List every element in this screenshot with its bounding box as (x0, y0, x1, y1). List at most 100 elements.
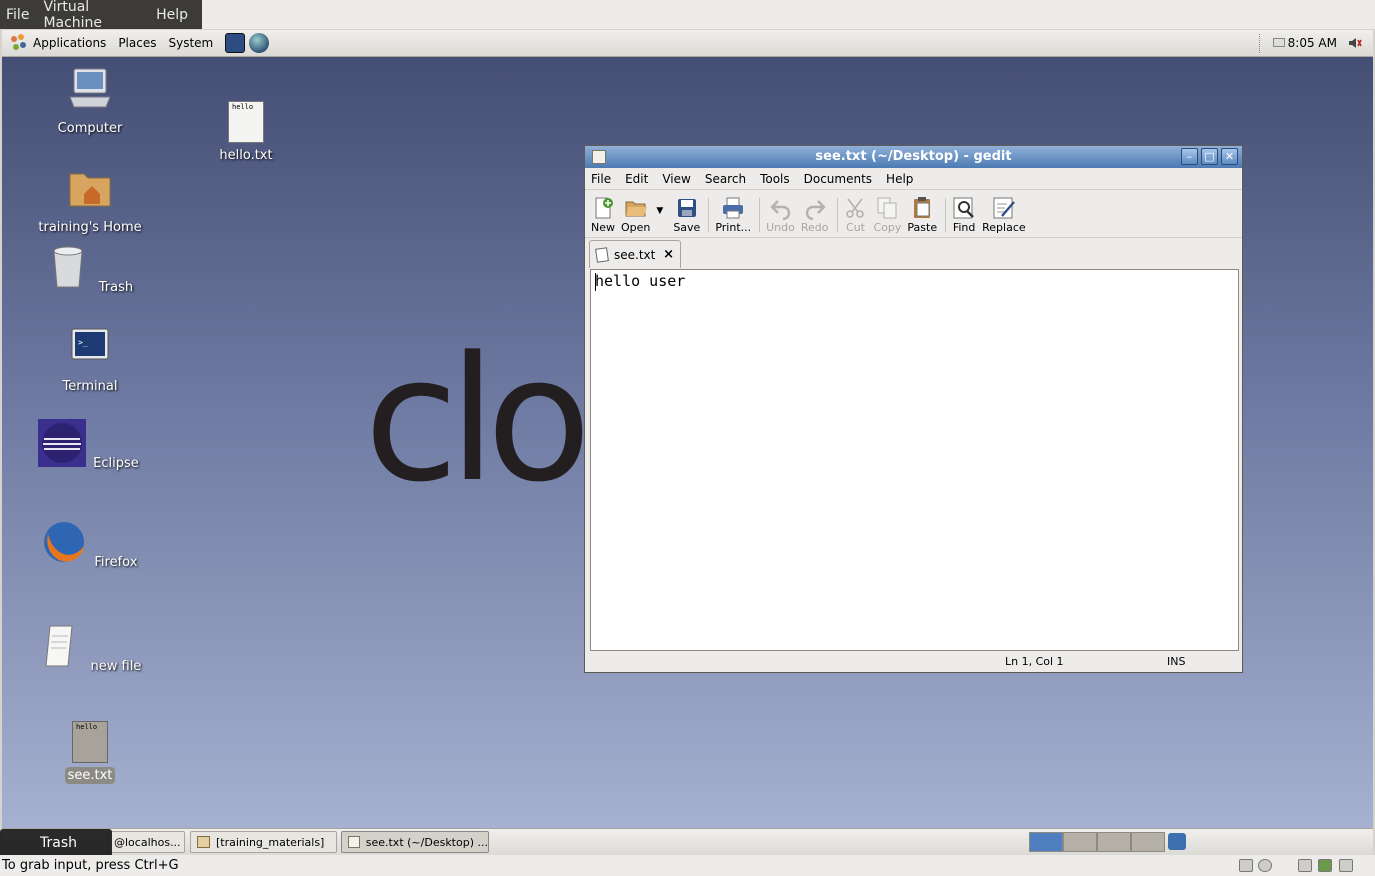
desktop-icon-label: hello.txt (219, 148, 273, 163)
desktop-icon-terminal[interactable]: >_ Terminal (35, 323, 145, 395)
text-file-icon (45, 625, 73, 667)
menu-edit[interactable]: Edit (625, 172, 648, 186)
open-recent-dropdown[interactable]: ▼ (656, 206, 663, 216)
menu-documents[interactable]: Documents (804, 172, 872, 186)
workspace-2[interactable] (1063, 832, 1097, 852)
network-device-icon[interactable] (1318, 859, 1332, 872)
paste-button[interactable]: Paste (907, 196, 937, 234)
menu-file[interactable]: File (591, 172, 611, 186)
cursor-position: Ln 1, Col 1 (1005, 655, 1064, 668)
menu-search[interactable]: Search (705, 172, 746, 186)
desktop-icon-hello-txt[interactable]: hello hello.txt (191, 101, 301, 164)
window-titlebar[interactable]: see.txt (~/Desktop) - gedit – □ ✕ (585, 146, 1242, 168)
undo-button[interactable]: Undo (766, 196, 795, 234)
terminal-launcher-icon[interactable] (225, 33, 246, 53)
find-magnifier-icon (953, 197, 974, 219)
computer-icon (69, 68, 111, 108)
applications-menu[interactable]: Applications (33, 36, 106, 50)
text-editor-area[interactable]: hello user (590, 269, 1239, 651)
undo-button-label: Undo (766, 221, 795, 234)
workspace-1[interactable] (1029, 832, 1063, 852)
printer-device-icon[interactable] (1298, 859, 1312, 872)
host-menu-virtual-machine[interactable]: Virtual Machine (43, 0, 142, 31)
find-button[interactable]: Find (952, 196, 976, 234)
clipboard-icon (914, 197, 931, 218)
desktop-icon-trash[interactable]: Trash (35, 243, 145, 296)
menu-view[interactable]: View (662, 172, 690, 186)
gedit-window: see.txt (~/Desktop) - gedit – □ ✕ File E… (584, 145, 1243, 673)
find-button-label: Find (952, 221, 976, 234)
file-thumbnail-text: hello (76, 723, 98, 731)
volume-icon[interactable] (1347, 35, 1363, 51)
workspace-4[interactable] (1131, 832, 1165, 852)
taskbar-item-training-materials[interactable]: [training_materials] (190, 831, 337, 853)
close-button[interactable]: ✕ (1221, 148, 1238, 165)
host-menu-help[interactable]: Help (156, 7, 188, 23)
toolbar-separator (945, 198, 947, 232)
host-menu-group: File Virtual Machine Help (0, 0, 202, 31)
maximize-button[interactable]: □ (1201, 148, 1218, 165)
print-button[interactable]: Print... (715, 196, 751, 234)
desktop-icon-new-file[interactable]: new file (35, 622, 145, 675)
open-folder-icon (625, 201, 647, 217)
new-document-icon (595, 197, 613, 219)
harddisk-device-icon[interactable] (1239, 859, 1253, 872)
paste-button-label: Paste (907, 221, 938, 234)
host-menubar: File Virtual Machine Help (0, 0, 1375, 31)
usb-device-icon[interactable] (1339, 859, 1353, 872)
show-desktop-icon[interactable] (1168, 833, 1186, 850)
taskbar-item-terminal[interactable]: @localhos... (107, 831, 185, 853)
desktop-icon-see-txt[interactable]: hello see.txt (35, 721, 145, 784)
cdrom-device-icon[interactable] (1258, 859, 1272, 872)
copy-button[interactable]: Copy (874, 196, 901, 234)
print-button-label: Print... (715, 221, 752, 234)
file-thumbnail-text: hello (232, 103, 254, 111)
toolbar-separator (836, 198, 838, 232)
host-menu-file[interactable]: File (6, 7, 29, 23)
desktop-icon-eclipse[interactable]: Eclipse (35, 419, 145, 472)
insert-mode: INS (1167, 655, 1186, 668)
places-menu[interactable]: Places (118, 36, 156, 50)
save-button[interactable]: Save (673, 196, 700, 234)
network-globe-icon[interactable] (249, 33, 270, 53)
desktop-icon-computer[interactable]: Computer (35, 65, 145, 137)
cut-button[interactable]: Cut (844, 196, 868, 234)
window-title: see.txt (~/Desktop) - gedit (815, 149, 1012, 164)
tab-see-txt[interactable]: see.txt × (589, 240, 681, 268)
desktop-icon-firefox[interactable]: Firefox (35, 518, 145, 571)
menu-tools[interactable]: Tools (760, 172, 790, 186)
toolbar-separator (759, 198, 761, 232)
save-button-label: Save (673, 221, 701, 234)
bottom-panel: @localhos... [training_materials] see.tx… (2, 828, 1373, 855)
chevron-down-icon: ▼ (656, 206, 664, 216)
desktop-icon-label: Trash (98, 280, 134, 295)
tab-close-icon[interactable]: × (663, 247, 674, 262)
scissors-icon (845, 198, 864, 218)
redo-button[interactable]: Redo (801, 196, 829, 234)
redo-button-label: Redo (800, 221, 829, 234)
trash-tooltip: Trash (0, 829, 112, 857)
taskbar-item-gedit[interactable]: see.txt (~/Desktop) ... (341, 831, 489, 853)
text-cursor (595, 273, 596, 291)
open-button[interactable]: Open (621, 196, 650, 234)
desktop-icon-label: Terminal (62, 379, 118, 394)
toolbar-separator (708, 198, 710, 232)
replace-button[interactable]: Replace (982, 196, 1026, 234)
desktop-icon-label: new file (90, 659, 142, 674)
grab-input-hint: To grab input, press Ctrl+G (2, 858, 179, 873)
folder-icon (197, 836, 210, 848)
new-button[interactable]: New (591, 196, 615, 234)
firefox-icon (43, 522, 84, 562)
clock[interactable]: 8:05 AM (1288, 36, 1337, 50)
desktop-icon-home[interactable]: training's Home (35, 164, 145, 236)
menu-help[interactable]: Help (886, 172, 913, 186)
eclipse-icon (38, 419, 87, 467)
desktop-icon-label: see.txt (64, 767, 116, 784)
workspace-3[interactable] (1097, 832, 1131, 852)
keyboard-tray-icon[interactable] (1273, 38, 1285, 47)
desktop-icon-label: training's Home (38, 220, 142, 235)
minimize-button[interactable]: – (1181, 148, 1198, 165)
cut-button-label: Cut (846, 221, 865, 234)
system-menu[interactable]: System (168, 36, 213, 50)
gedit-toolbar: New Open ▼ Save Print... Undo Redo Cut C… (585, 190, 1242, 238)
